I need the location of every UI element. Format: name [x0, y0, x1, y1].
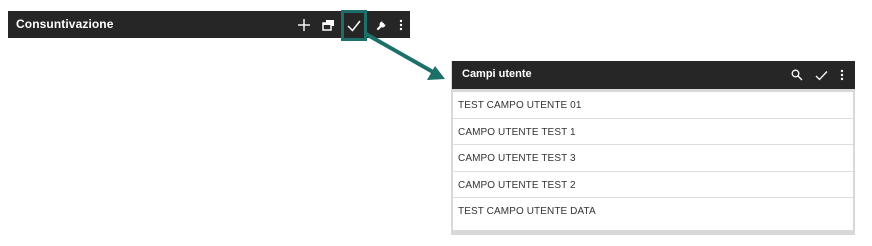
list-item[interactable]: TEST CAMPO UTENTE DATA: [453, 198, 853, 225]
list-item[interactable]: CAMPO UTENTE TEST 1: [453, 119, 853, 146]
search-icon[interactable]: [790, 61, 804, 89]
list-item[interactable]: TEST CAMPO UTENTE 01: [453, 92, 853, 119]
more-vert-icon[interactable]: [837, 61, 847, 89]
check-icon[interactable]: [814, 61, 828, 89]
panel-header: Campi utente: [452, 61, 855, 89]
campi-utente-panel: Campi utente TEST CAMPO UTENTE 01 CAMPO …: [451, 61, 855, 235]
panel-title: Campi utente: [462, 68, 532, 80]
list-item[interactable]: CAMPO UTENTE TEST 2: [453, 172, 853, 199]
list-item[interactable]: CAMPO UTENTE TEST 3: [453, 145, 853, 172]
campi-utente-list: TEST CAMPO UTENTE 01 CAMPO UTENTE TEST 1…: [453, 92, 853, 230]
